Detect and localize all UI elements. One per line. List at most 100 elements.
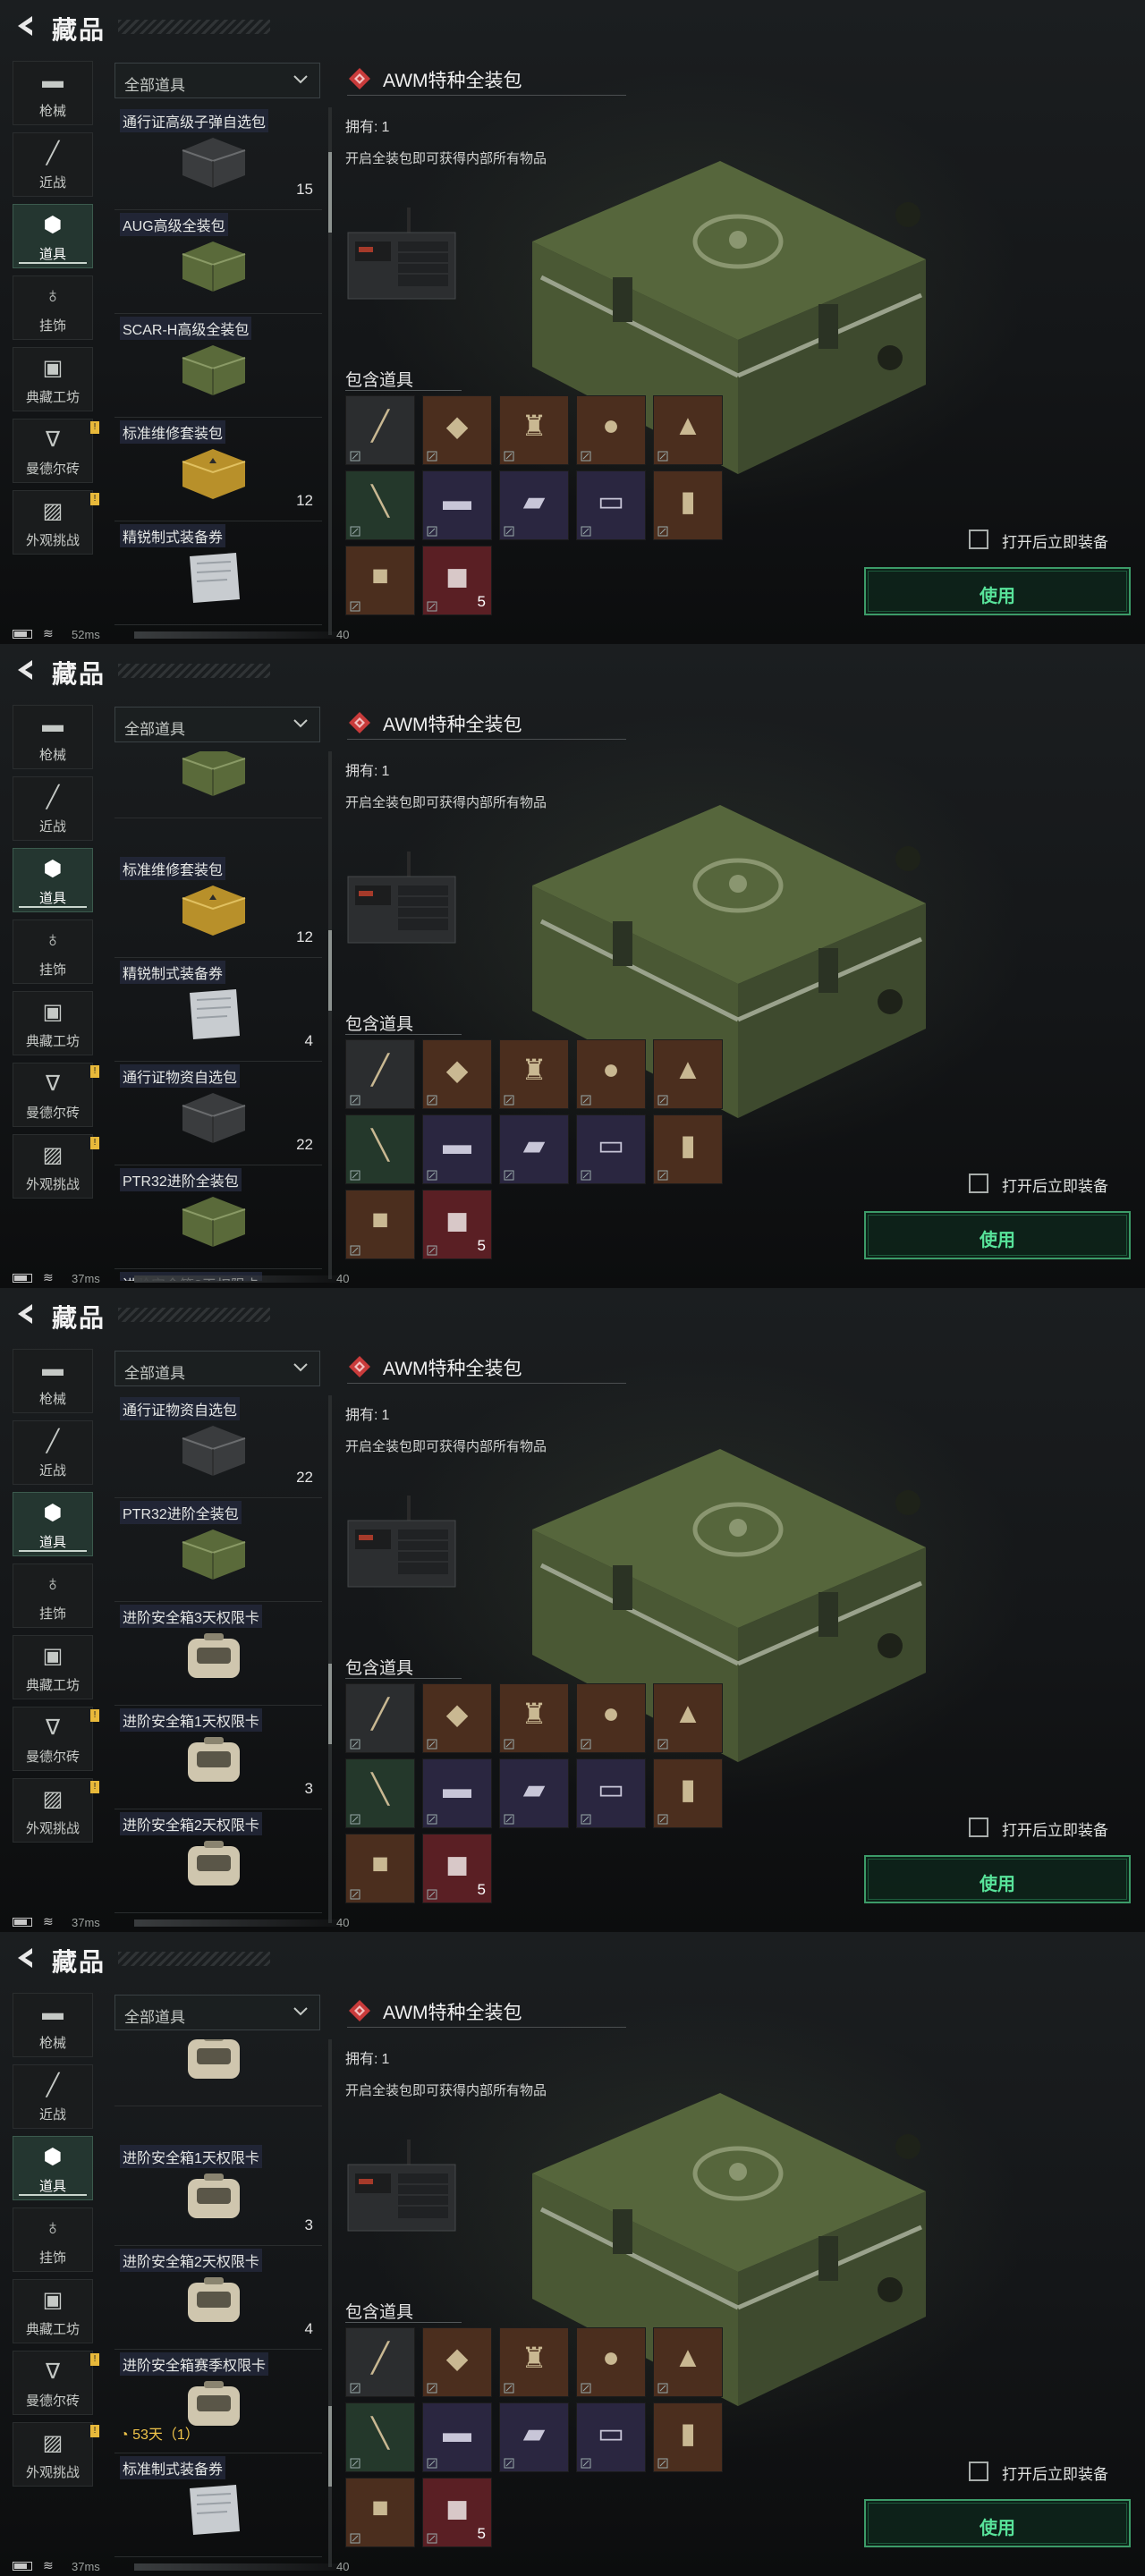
bandage-item[interactable]: ▰ <box>499 470 569 540</box>
helmet-item[interactable]: ● <box>576 1683 646 1753</box>
mag-item[interactable]: ▭ <box>576 2402 646 2472</box>
armor-vest-item[interactable]: ◆ <box>422 1683 492 1753</box>
equip-after-open-checkbox[interactable] <box>969 1818 988 1837</box>
armor-vest-item[interactable]: ◆ <box>422 1039 492 1109</box>
bandage-item[interactable]: ▰ <box>499 2402 569 2472</box>
tactical-rig-item[interactable]: ♜ <box>499 395 569 465</box>
scrollbar-thumb[interactable] <box>328 930 332 1011</box>
sidebar-item-brick[interactable]: ∇ 曼德尔砖! <box>13 1707 99 1771</box>
item-filter-dropdown[interactable]: 全部道具 <box>114 1995 320 2030</box>
sidebar-item-knife[interactable]: ╱ 近战 <box>13 132 93 197</box>
sidebar-item-brick[interactable]: ∇ 曼德尔砖! <box>13 1063 99 1127</box>
list-item[interactable]: AUG高级全装包 <box>114 211 322 314</box>
rifle-item[interactable]: ╱ <box>345 395 415 465</box>
backpack-item[interactable]: ▲ <box>653 1683 723 1753</box>
list-item[interactable]: 精锐制式装备券 <box>114 522 322 625</box>
use-button[interactable]: 使用 <box>864 567 1131 615</box>
back-button[interactable] <box>13 1301 39 1327</box>
mag-item[interactable]: ▭ <box>576 470 646 540</box>
back-button[interactable] <box>13 13 39 39</box>
sidebar-item-brick[interactable]: ∇ 曼德尔砖! <box>13 2351 99 2415</box>
sidebar-item-workshop[interactable]: ▣ 典藏工坊 <box>13 991 93 1055</box>
list-item[interactable]: 进阶安全箱1天权限卡 3 <box>114 1707 322 1809</box>
list-item[interactable]: 标准维修套装包 12 <box>114 855 322 958</box>
medkit-item[interactable]: ■ <box>345 1190 415 1259</box>
equip-after-open-checkbox[interactable] <box>969 530 988 549</box>
mag-item[interactable]: ▭ <box>576 1758 646 1828</box>
back-button[interactable] <box>13 1945 39 1971</box>
sidebar-item-workshop[interactable]: ▣ 典藏工坊 <box>13 2279 93 2343</box>
sidebar-item-charm[interactable]: ♁ 挂饰 <box>13 919 93 984</box>
sidebar-item-knife[interactable]: ╱ 近战 <box>13 1420 93 1485</box>
sidebar-item-charm[interactable]: ♁ 挂饰 <box>13 1563 93 1628</box>
sidebar-item-gun[interactable]: ▬ 枪械 <box>13 61 93 125</box>
list-item[interactable]: 标准制式装备券 <box>114 2454 322 2557</box>
helmet-item[interactable]: ● <box>576 2327 646 2397</box>
sidebar-item-items[interactable]: ⬢ 道具 <box>13 848 93 912</box>
sidebar-item-items[interactable]: ⬢ 道具 <box>13 2136 93 2200</box>
list-item[interactable]: 通行证物资自选包 22 <box>114 1395 322 1498</box>
ammo-box-item[interactable]: ▬ <box>422 470 492 540</box>
rifle-item[interactable]: ╱ <box>345 1039 415 1109</box>
medkit-item[interactable]: ■ <box>345 546 415 615</box>
list-item[interactable] <box>114 2039 322 2106</box>
rifle-item[interactable]: ╱ <box>345 2327 415 2397</box>
sidebar-item-image[interactable]: ▨ 外观挑战! <box>13 2422 99 2487</box>
radio-item[interactable]: ▮ <box>653 470 723 540</box>
back-button[interactable] <box>13 657 39 683</box>
ammo-box-item[interactable]: ▬ <box>422 1758 492 1828</box>
grenade-item[interactable]: ◼ 5 <box>422 1834 492 1903</box>
helmet-item[interactable]: ● <box>576 1039 646 1109</box>
item-list-scrollbar[interactable] <box>328 107 332 635</box>
tactical-rig-item[interactable]: ♜ <box>499 1039 569 1109</box>
list-item[interactable]: 通行证高级子弹自选包 15 <box>114 107 322 210</box>
grenade-item[interactable]: ◼ 5 <box>422 1190 492 1259</box>
grenade-item[interactable]: ◼ 5 <box>422 546 492 615</box>
item-filter-dropdown[interactable]: 全部道具 <box>114 1351 320 1386</box>
radio-item[interactable]: ▮ <box>653 1758 723 1828</box>
scrollbar-thumb[interactable] <box>328 152 332 233</box>
sidebar-item-knife[interactable]: ╱ 近战 <box>13 2064 93 2129</box>
medkit-item[interactable]: ■ <box>345 2478 415 2547</box>
list-item[interactable]: 进阶安全箱1天权限卡 3 <box>114 2143 322 2246</box>
backpack-item[interactable]: ▲ <box>653 2327 723 2397</box>
syringe-item[interactable]: ╲ <box>345 2402 415 2472</box>
use-button[interactable]: 使用 <box>864 2499 1131 2547</box>
armor-vest-item[interactable]: ◆ <box>422 2327 492 2397</box>
sidebar-item-image[interactable]: ▨ 外观挑战! <box>13 1778 99 1843</box>
grenade-item[interactable]: ◼ 5 <box>422 2478 492 2547</box>
sidebar-item-brick[interactable]: ∇ 曼德尔砖! <box>13 419 99 483</box>
sidebar-item-items[interactable]: ⬢ 道具 <box>13 1492 93 1556</box>
syringe-item[interactable]: ╲ <box>345 1114 415 1184</box>
sidebar-item-gun[interactable]: ▬ 枪械 <box>13 705 93 769</box>
tactical-rig-item[interactable]: ♜ <box>499 1683 569 1753</box>
list-item[interactable]: 精锐制式装备券 4 <box>114 959 322 1062</box>
list-item[interactable]: 进阶安全箱3天权限卡 <box>114 1603 322 1706</box>
ammo-box-item[interactable]: ▬ <box>422 2402 492 2472</box>
list-item[interactable]: SCAR-H高级全装包 <box>114 315 322 418</box>
radio-item[interactable]: ▮ <box>653 1114 723 1184</box>
backpack-item[interactable]: ▲ <box>653 395 723 465</box>
radio-item[interactable]: ▮ <box>653 2402 723 2472</box>
sidebar-item-image[interactable]: ▨ 外观挑战! <box>13 1134 99 1199</box>
sidebar-item-workshop[interactable]: ▣ 典藏工坊 <box>13 1635 93 1699</box>
list-item[interactable]: 通行证物资自选包 22 <box>114 1063 322 1165</box>
bandage-item[interactable]: ▰ <box>499 1114 569 1184</box>
sidebar-item-charm[interactable]: ♁ 挂饰 <box>13 2207 93 2272</box>
list-item[interactable]: PTR32进阶全装包 <box>114 1166 322 1269</box>
syringe-item[interactable]: ╲ <box>345 470 415 540</box>
medkit-item[interactable]: ■ <box>345 1834 415 1903</box>
armor-vest-item[interactable]: ◆ <box>422 395 492 465</box>
sidebar-item-items[interactable]: ⬢ 道具 <box>13 204 93 268</box>
syringe-item[interactable]: ╲ <box>345 1758 415 1828</box>
list-item[interactable]: 进阶安全箱赛季权限卡 ◔ 53天（1） <box>114 2351 322 2453</box>
rifle-item[interactable]: ╱ <box>345 1683 415 1753</box>
helmet-item[interactable]: ● <box>576 395 646 465</box>
item-list-scrollbar[interactable] <box>328 751 332 1279</box>
ammo-box-item[interactable]: ▬ <box>422 1114 492 1184</box>
sidebar-item-charm[interactable]: ♁ 挂饰 <box>13 275 93 340</box>
item-filter-dropdown[interactable]: 全部道具 <box>114 707 320 742</box>
list-item[interactable]: 标准维修套装包 12 <box>114 419 322 521</box>
list-item[interactable]: 进阶安全箱2天权限卡 <box>114 1810 322 1913</box>
sidebar-item-gun[interactable]: ▬ 枪械 <box>13 1993 93 2057</box>
